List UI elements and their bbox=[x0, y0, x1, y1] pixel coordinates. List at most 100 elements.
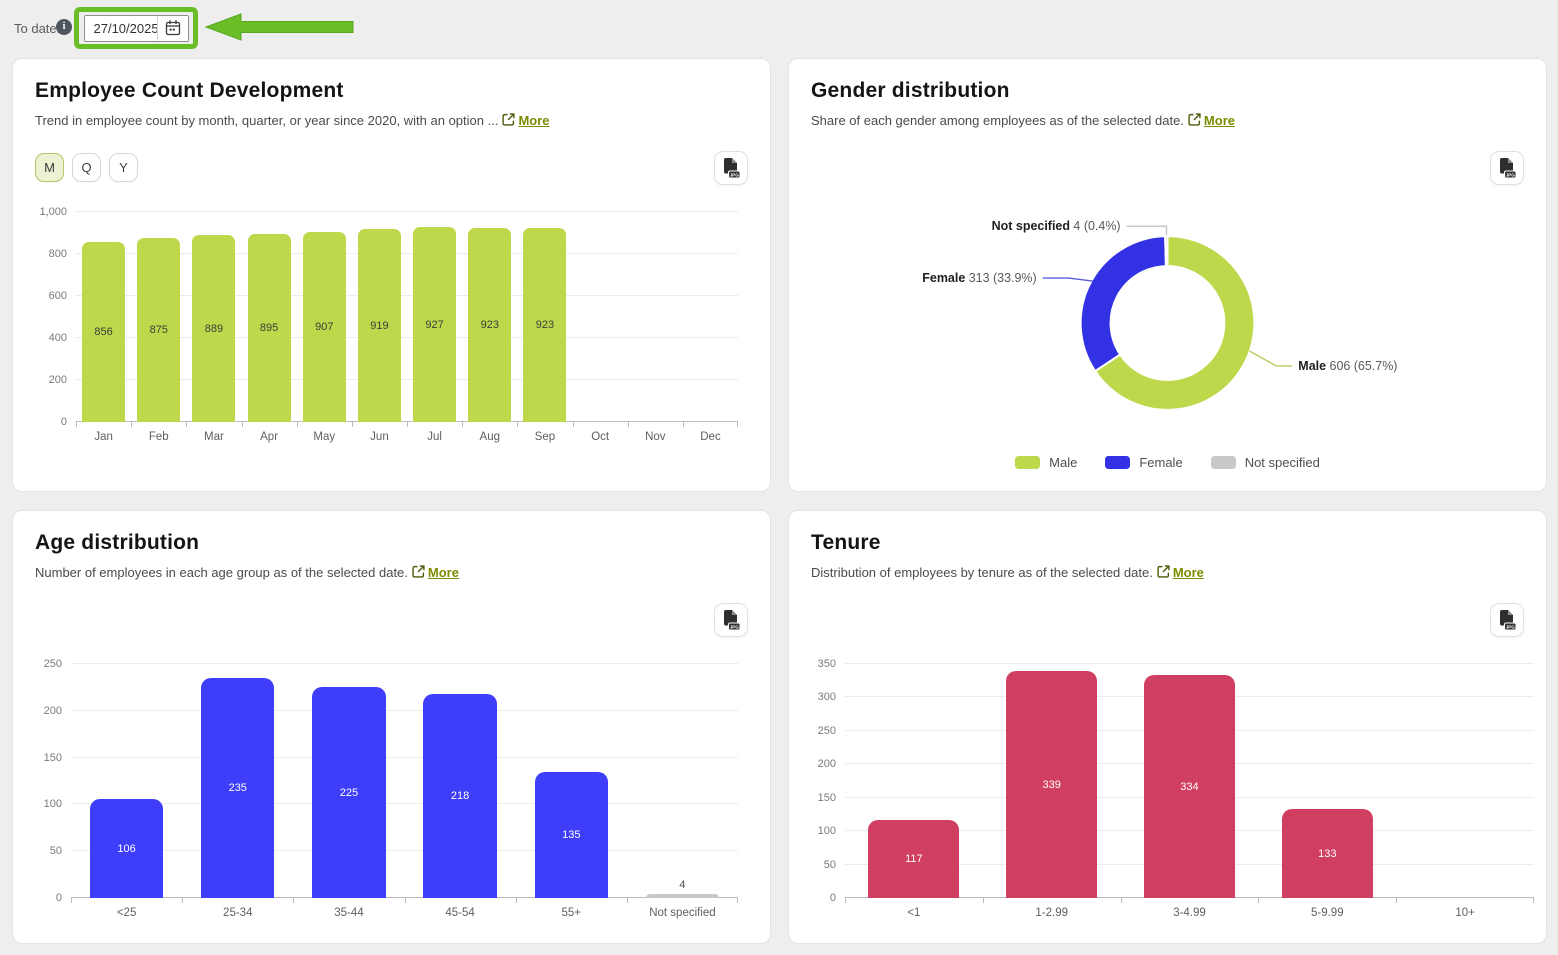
x-axis-tick bbox=[515, 898, 517, 903]
calendar-picker-button[interactable] bbox=[157, 15, 188, 41]
legend-item-male[interactable]: Male bbox=[1015, 455, 1077, 470]
donut-slice-not-specified[interactable] bbox=[1164, 235, 1169, 268]
green-arrow-annotation-icon bbox=[204, 13, 354, 41]
bar-mar[interactable]: 889 bbox=[192, 235, 236, 422]
bar-45-54[interactable]: 218 bbox=[423, 694, 497, 898]
card-subtitle: Distribution of employees by tenure as o… bbox=[811, 565, 1204, 580]
x-axis-tick bbox=[737, 898, 738, 903]
bar-3-4-99[interactable]: 334 bbox=[1144, 675, 1235, 898]
bar-slot: 235 bbox=[182, 664, 293, 898]
x-axis-tick bbox=[407, 422, 408, 427]
donut-label-not-specified: Not specified 4 (0.4%) bbox=[992, 219, 1121, 233]
more-link[interactable]: More bbox=[518, 113, 549, 128]
x-axis-label-dec: Dec bbox=[700, 431, 721, 443]
y-axis-tick-label: 300 bbox=[817, 691, 836, 704]
bar-25[interactable]: 106 bbox=[89, 799, 164, 898]
legend-item-female[interactable]: Female bbox=[1105, 455, 1183, 470]
card-title: Tenure bbox=[811, 531, 881, 554]
bars-layer: 117 339 334 133 bbox=[845, 664, 1534, 898]
toggle-m[interactable]: M bbox=[35, 153, 64, 182]
bar-25-34[interactable]: 235 bbox=[201, 678, 275, 898]
bar-slot: 339 bbox=[983, 664, 1121, 898]
y-axis-tick-label: 250 bbox=[43, 658, 62, 670]
y-axis-tick-label: 800 bbox=[48, 248, 67, 260]
bar-slot: 907 bbox=[297, 212, 352, 422]
card-age-distribution: Age distribution Number of employees in … bbox=[12, 510, 771, 944]
y-axis-tick-label: 100 bbox=[817, 825, 836, 838]
bar-slot: 133 bbox=[1258, 664, 1396, 898]
period-toggle-group: MQY bbox=[35, 153, 138, 182]
donut-slice-female[interactable] bbox=[1079, 235, 1167, 373]
bar-1[interactable]: 117 bbox=[868, 820, 960, 898]
card-employee-count: Employee Count Development Trend in empl… bbox=[12, 58, 771, 492]
svg-text:JPG: JPG bbox=[1506, 624, 1516, 629]
bar-jun[interactable]: 919 bbox=[357, 229, 401, 422]
y-axis-tick-label: 0 bbox=[829, 892, 836, 904]
gender-legend: Male Female Not specified bbox=[789, 455, 1546, 470]
bar-5-9-99[interactable]: 133 bbox=[1281, 809, 1373, 898]
more-link[interactable]: More bbox=[1204, 113, 1235, 128]
chart-plot-area: 0 50 100 150 200 250 106 235 225 218 135 4 bbox=[44, 658, 738, 904]
bar-may[interactable]: 907 bbox=[302, 232, 346, 422]
card-gender-distribution: Gender distribution Share of each gender… bbox=[788, 58, 1547, 492]
bar-value-label: 907 bbox=[315, 321, 334, 333]
file-jpg-icon: JPG bbox=[1500, 610, 1516, 630]
y-axis-tick-label: 200 bbox=[817, 758, 836, 771]
x-axis-tick bbox=[186, 422, 188, 427]
export-jpg-button[interactable]: JPG bbox=[714, 603, 748, 637]
export-jpg-button[interactable]: JPG bbox=[1490, 151, 1524, 185]
bar-55[interactable]: 135 bbox=[534, 772, 608, 898]
donut-leader-not-specified bbox=[1126, 225, 1168, 236]
x-axis-label-nov: Nov bbox=[645, 431, 666, 443]
card-tenure: Tenure Distribution of employees by tenu… bbox=[788, 510, 1547, 944]
bar-slot: 334 bbox=[1121, 664, 1259, 898]
y-axis-tick-label: 50 bbox=[823, 858, 836, 871]
x-axis-label-jan: Jan bbox=[94, 431, 113, 443]
legend-label-female: Female bbox=[1139, 455, 1183, 470]
x-axis-tick bbox=[737, 422, 738, 427]
x-axis-label-feb: Feb bbox=[148, 431, 169, 443]
toolbar: To date: i 27/10/2025 bbox=[0, 0, 1558, 56]
x-axis-tick bbox=[462, 422, 464, 427]
svg-text:JPG: JPG bbox=[730, 624, 740, 629]
x-axis-tick bbox=[131, 422, 133, 427]
bar-not-specified[interactable]: 4 bbox=[645, 879, 720, 898]
date-value[interactable]: 27/10/2025 bbox=[85, 21, 159, 36]
bars-layer: 856 875 889 895 907 919 927 923 923 bbox=[76, 212, 738, 422]
bar-value-label: 339 bbox=[1042, 778, 1061, 791]
legend-label-male: Male bbox=[1049, 455, 1078, 470]
y-axis-tick-label: 0 bbox=[60, 416, 67, 428]
export-jpg-button[interactable]: JPG bbox=[1490, 603, 1524, 637]
y-axis-tick-label: 1,000 bbox=[39, 206, 67, 218]
x-axis-tick bbox=[572, 422, 574, 427]
bar-value-label: 923 bbox=[480, 319, 499, 331]
bar-jan[interactable]: 856 bbox=[82, 242, 126, 422]
x-axis-label-not-specified: Not specified bbox=[649, 907, 716, 919]
file-jpg-icon: JPG bbox=[724, 158, 740, 178]
bar-aug[interactable]: 923 bbox=[468, 228, 512, 422]
info-icon[interactable]: i bbox=[56, 19, 72, 35]
bar-slot: 923 bbox=[517, 212, 572, 422]
bar-apr[interactable]: 895 bbox=[247, 234, 291, 422]
x-axis-label-may: May bbox=[313, 431, 336, 443]
toggle-q[interactable]: Q bbox=[72, 153, 101, 182]
x-axis-labels: Jan Feb Mar Apr May Jun Jul Aug Sep Oct Nov Dec bbox=[76, 431, 738, 443]
x-axis-labels: <1 1-2.99 3-4.99 5-9.99 10+ bbox=[845, 907, 1534, 919]
more-link[interactable]: More bbox=[428, 565, 459, 580]
svg-text:JPG: JPG bbox=[730, 172, 740, 177]
bar-1-2-99[interactable]: 339 bbox=[1006, 671, 1098, 898]
bar-jul[interactable]: 927 bbox=[413, 227, 457, 422]
more-link[interactable]: More bbox=[1173, 565, 1204, 580]
legend-swatch-male bbox=[1015, 456, 1041, 469]
y-axis-tick-label: 0 bbox=[55, 892, 62, 904]
export-jpg-button[interactable]: JPG bbox=[714, 151, 748, 185]
toggle-y[interactable]: Y bbox=[109, 153, 138, 182]
legend-item-not-specified[interactable]: Not specified bbox=[1210, 455, 1320, 470]
card-subtitle: Share of each gender among employees as … bbox=[811, 113, 1235, 128]
bar-sep[interactable]: 923 bbox=[523, 228, 567, 422]
donut-label-male: Male 606 (65.7%) bbox=[1298, 359, 1397, 373]
bar-feb[interactable]: 875 bbox=[137, 238, 181, 422]
bar-value-label: 106 bbox=[117, 842, 136, 855]
date-input[interactable]: 27/10/2025 bbox=[83, 14, 189, 42]
bar-35-44[interactable]: 225 bbox=[312, 687, 386, 898]
